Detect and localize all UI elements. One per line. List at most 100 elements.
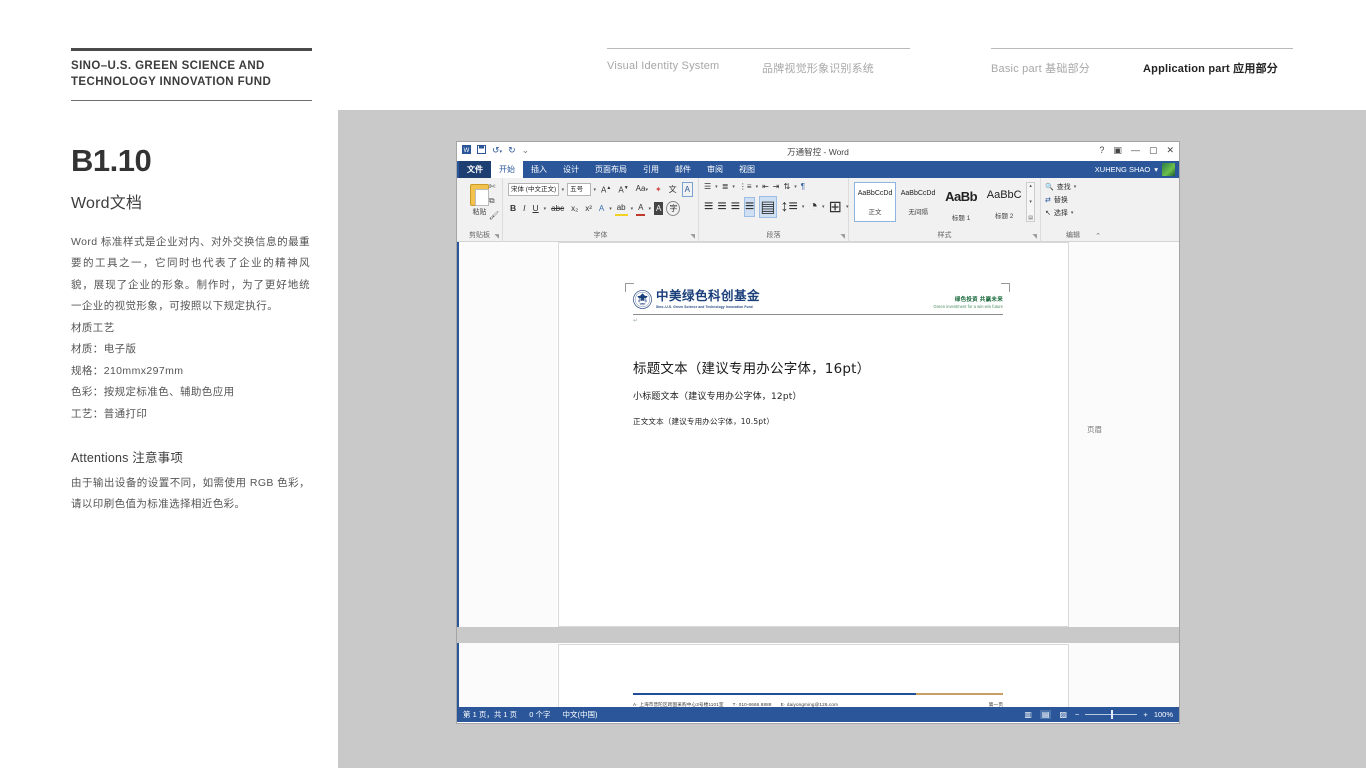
minimize-icon[interactable]: — [1131,145,1140,156]
line-spacing-chevron-down-icon[interactable]: ▾ [802,204,805,210]
line-spacing-icon[interactable]: ↕≡ [781,198,798,216]
tab-view[interactable]: 视图 [731,161,763,178]
close-icon[interactable]: ✕ [1166,145,1174,156]
paragraph-dialog-launcher-icon[interactable]: ◥ [840,233,845,240]
styles-scroll-down-icon[interactable]: ▾ [1027,199,1034,205]
print-view-icon[interactable]: ▤ [1039,710,1052,719]
character-border-icon[interactable]: 字 [666,201,681,216]
zoom-level[interactable]: 100% [1154,710,1173,719]
find-button[interactable]: 🔍 查找 ▾ [1045,182,1100,192]
nav-item-application-part[interactable]: Application part 应用部分 [1143,60,1278,76]
document-page-2[interactable]: A· 上海市普陀区跨国采购中心3号楼1101室 T· 010-6666 8888… [558,644,1069,707]
find-chevron-down-icon[interactable]: ▾ [1074,184,1077,190]
zoom-out-icon[interactable]: − [1075,710,1079,719]
text-effects-icon[interactable]: A [597,202,606,215]
tab-home[interactable]: 开始 [491,161,523,178]
underline-chevron-down-icon[interactable]: ▾ [544,206,547,212]
status-pages[interactable]: 第 1 页，共 1 页 [463,709,517,720]
font-color-chevron-down-icon[interactable]: ▾ [648,206,651,212]
grow-font-icon[interactable]: A▲ [599,182,613,197]
tab-review[interactable]: 审阅 [699,161,731,178]
status-language[interactable]: 中文(中国) [562,709,597,720]
ribbon-display-options-icon[interactable]: ▣ [1113,145,1122,156]
nav-item-basic-part[interactable]: Basic part 基础部分 [991,60,1143,76]
cut-icon[interactable]: ✄ [489,182,499,191]
font-size-input[interactable]: 五号 [567,183,591,196]
font-color-icon[interactable]: A [636,201,646,216]
read-view-icon[interactable]: ▥ [1022,710,1034,719]
font-name-input[interactable]: 宋体 (中文正文) [508,183,559,196]
shading-chevron-down-icon[interactable]: ▾ [822,204,825,210]
select-chevron-down-icon[interactable]: ▾ [1071,210,1074,216]
tab-insert[interactable]: 插入 [523,161,555,178]
bullets-icon[interactable]: ☰ [704,182,711,191]
nav-item-vis-en[interactable]: Visual Identity System [607,60,762,76]
style-normal[interactable]: AaBbCcDd 正文 [854,182,897,222]
font-name-chevron-down-icon[interactable]: ▾ [562,187,565,193]
justify-icon[interactable]: ≡ [744,197,756,217]
italic-icon[interactable]: I [521,202,527,215]
help-icon[interactable]: ? [1099,145,1104,156]
tab-layout[interactable]: 页面布局 [587,161,635,178]
multilevel-list-icon[interactable]: ⋮≡ [739,182,752,191]
align-left-icon[interactable]: ≡ [704,198,713,216]
format-painter-icon[interactable]: 🖌 [489,211,499,220]
show-marks-icon[interactable]: ¶ [801,182,805,191]
document-canvas[interactable]: 中美绿色科创基金 Sino–U.S. Green Science and Tec… [457,242,1179,707]
select-button[interactable]: ↖ 选择 ▾ [1045,208,1100,218]
avatar[interactable] [1162,163,1175,176]
status-words[interactable]: 0 个字 [529,709,550,720]
tab-mailings[interactable]: 邮件 [667,161,699,178]
maximize-icon[interactable]: ▢ [1149,145,1158,156]
clear-formatting-icon[interactable]: ✦ [653,183,664,196]
styles-gallery-scrollbar[interactable]: ▴ ▾ ▤ [1026,182,1036,222]
increase-indent-icon[interactable]: ⇥ [773,182,780,191]
zoom-in-icon[interactable]: + [1143,710,1147,719]
tab-design[interactable]: 设计 [555,161,587,178]
numbering-icon[interactable]: ≣ [722,182,729,191]
collapse-ribbon-icon[interactable]: ⌃ [1095,232,1101,240]
subscript-icon[interactable]: x₂ [569,202,580,215]
zoom-slider[interactable] [1085,710,1138,719]
account-area[interactable]: XUHENG SHAO ▾ [1095,163,1175,176]
text-effects-chevron-down-icon[interactable]: ▾ [609,206,612,212]
superscript-icon[interactable]: x² [583,202,594,215]
align-right-icon[interactable]: ≡ [731,198,740,216]
paste-icon[interactable] [470,184,489,206]
web-view-icon[interactable]: ▨ [1057,710,1069,719]
clipboard-dialog-launcher-icon[interactable]: ◥ [494,233,499,240]
enclose-characters-icon[interactable]: A [681,182,693,197]
bold-icon[interactable]: B [508,202,518,215]
bullets-chevron-down-icon[interactable]: ▾ [715,184,718,190]
numbering-chevron-down-icon[interactable]: ▾ [732,184,735,190]
style-heading-2[interactable]: AaBbC 标题 2 [983,182,1025,222]
character-shading-icon[interactable]: A [654,202,664,215]
font-size-chevron-down-icon[interactable]: ▾ [594,187,597,193]
change-case-icon[interactable]: Aa▾ [634,182,650,197]
sort-chevron-down-icon[interactable]: ▾ [794,184,797,190]
styles-dialog-launcher-icon[interactable]: ◥ [1032,233,1037,240]
style-heading-1[interactable]: AaBb 标题 1 [940,182,982,222]
tab-references[interactable]: 引用 [635,161,667,178]
nav-item-vis-cn[interactable]: 品牌视觉形象识别系统 [762,60,874,76]
phonetic-guide-icon[interactable]: 文 [667,183,679,196]
account-chevron-icon[interactable]: ▾ [1154,165,1158,174]
sort-icon[interactable]: ⇅ [784,182,791,191]
shading-icon[interactable]: ◔ [808,198,818,216]
replace-button[interactable]: ⇄ 替换 [1045,195,1100,205]
font-dialog-launcher-icon[interactable]: ◥ [690,233,695,240]
tab-file[interactable]: 文件 [459,161,491,178]
borders-icon[interactable]: ⊞ [829,197,842,217]
distribute-icon[interactable]: ▤ [759,196,777,218]
align-center-icon[interactable]: ≡ [717,198,726,216]
style-no-spacing[interactable]: AaBbCcDd 无间隔 [897,182,939,222]
text-highlight-icon[interactable]: ab [614,201,628,216]
underline-icon[interactable]: U [531,202,541,215]
document-page-1[interactable]: 中美绿色科创基金 Sino–U.S. Green Science and Tec… [558,242,1069,627]
styles-more-icon[interactable]: ▤ [1027,215,1034,221]
strikethrough-icon[interactable]: abc [549,202,566,215]
highlight-chevron-down-icon[interactable]: ▾ [631,206,634,212]
copy-icon[interactable]: ⧉ [489,196,499,206]
zoom-slider-thumb[interactable] [1111,710,1114,719]
multilevel-chevron-down-icon[interactable]: ▾ [756,184,759,190]
